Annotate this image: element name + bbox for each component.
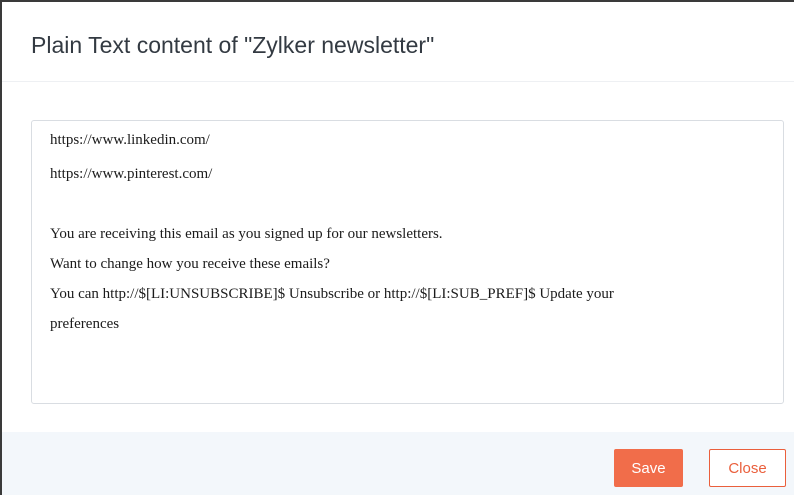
content-line: You are receiving this email as you sign… — [50, 226, 443, 242]
content-line: preferences — [50, 316, 120, 332]
plain-text-dialog: Plain Text content of "Zylker newsletter… — [0, 0, 794, 495]
content-line: Want to change how you receive these ema… — [50, 256, 330, 272]
dialog-title: Plain Text content of "Zylker newsletter… — [31, 32, 435, 58]
close-button[interactable]: Close — [709, 449, 786, 487]
save-button[interactable]: Save — [614, 449, 683, 487]
content-line-blank — [50, 189, 765, 219]
content-line: https://www.pinterest.com/ — [50, 166, 213, 182]
dialog-footer: Save Close — [2, 432, 794, 495]
content-line: You can http://$[LI:UNSUBSCRIBE]$ Unsubs… — [50, 286, 614, 302]
dialog-header: Plain Text content of "Zylker newsletter… — [2, 2, 794, 82]
content-line: https://www.linkedin.com/ — [50, 132, 210, 148]
plain-text-content-area[interactable]: https://www.linkedin.com/ https://www.pi… — [31, 120, 784, 404]
